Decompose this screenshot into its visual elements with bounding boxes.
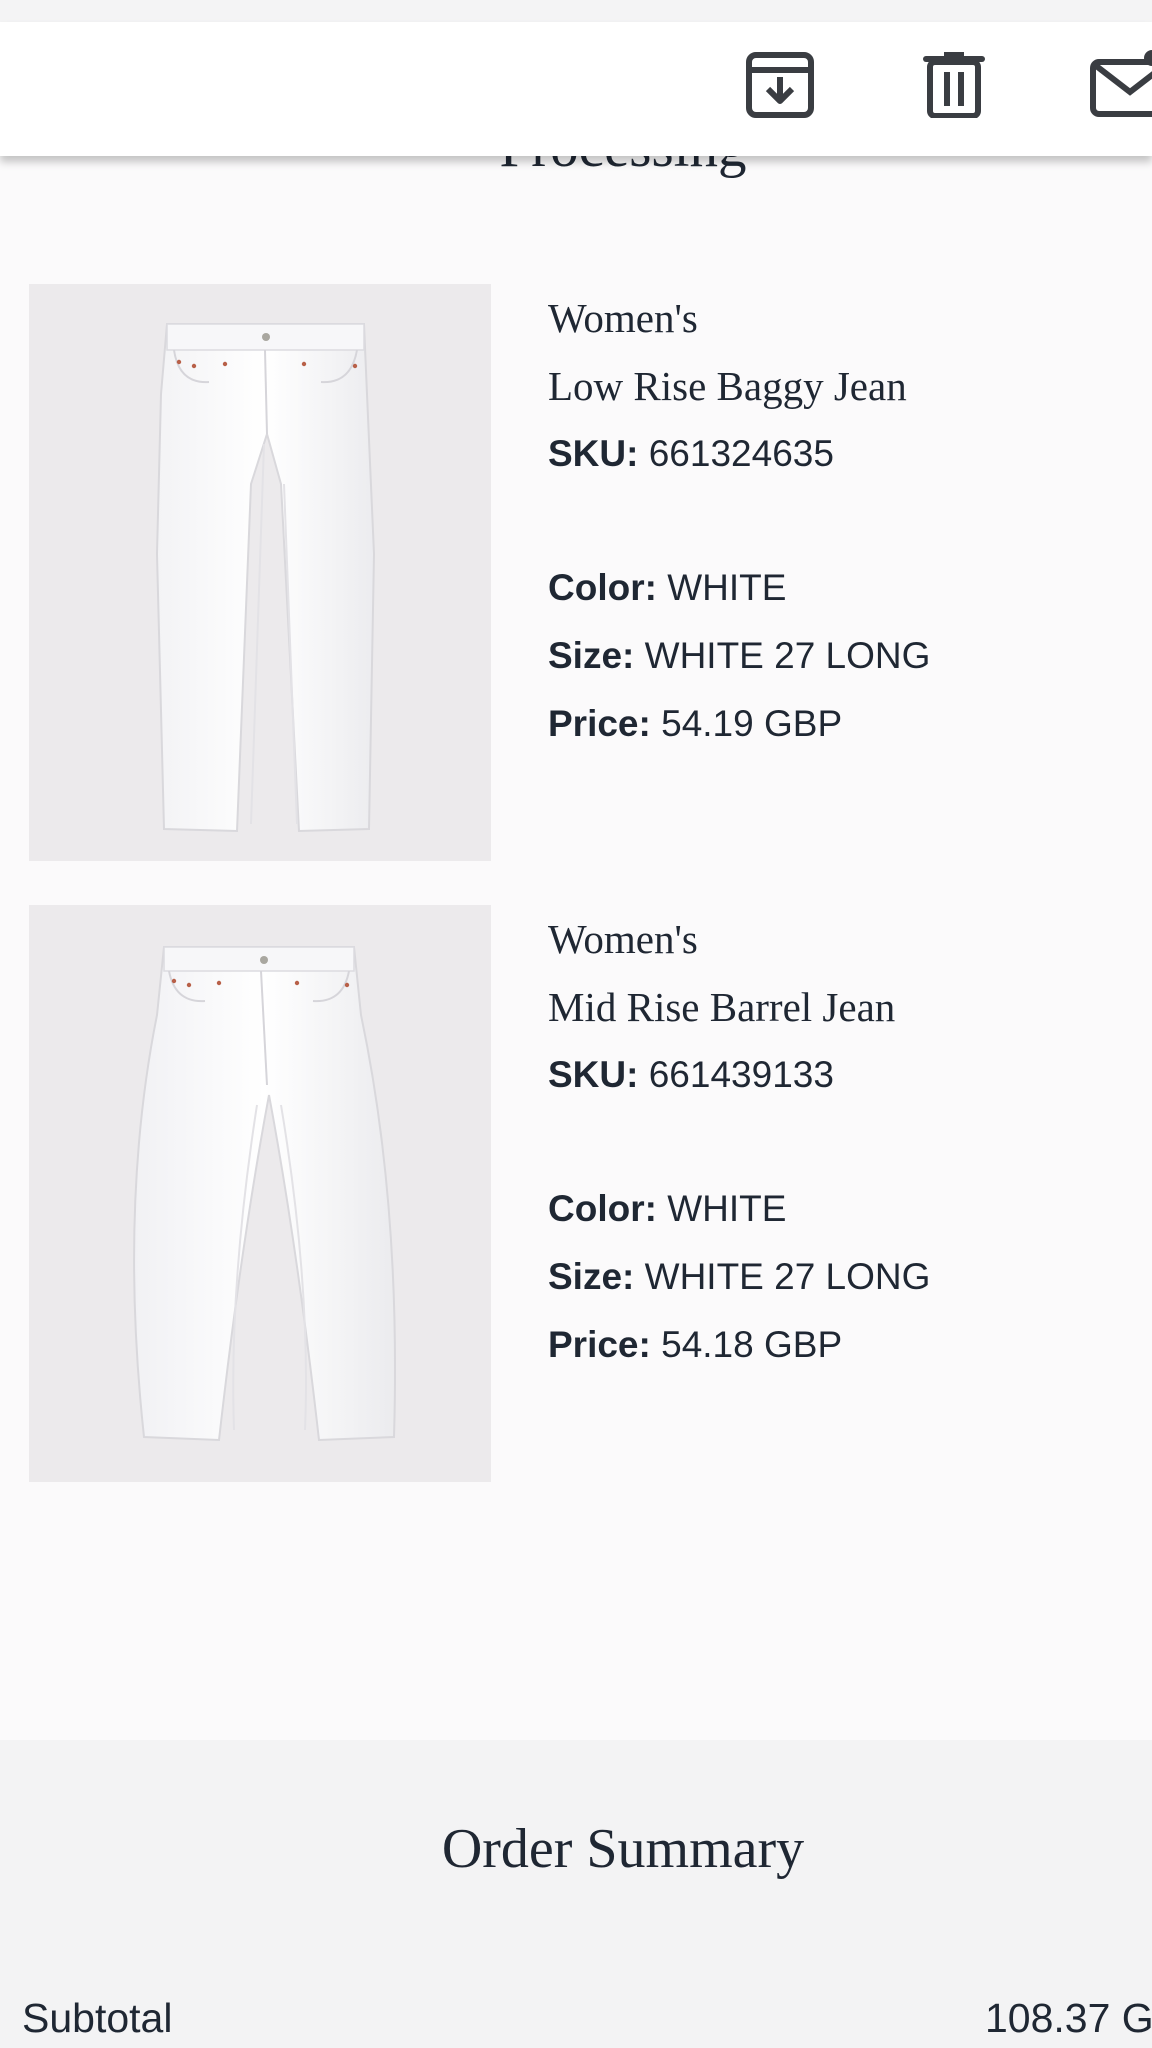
size-value: WHITE 27 LONG — [644, 635, 931, 676]
product-price: Price: 54.18 GBP — [548, 1311, 1128, 1379]
price-label: Price: — [548, 1324, 651, 1365]
price-value: 54.19 GBP — [661, 703, 843, 744]
order-summary-title: Order Summary — [441, 1818, 805, 1880]
product-color: Color: WHITE — [548, 554, 1128, 622]
size-label: Size: — [548, 635, 635, 676]
product-sku: SKU: 661324635 — [548, 420, 1128, 488]
product-price: Price: 54.19 GBP — [548, 690, 1128, 758]
product-details: Women's Low Rise Baggy Jean SKU: 6613246… — [548, 284, 1128, 758]
email-toolbar — [0, 22, 1152, 156]
delete-button[interactable] — [920, 50, 988, 118]
product-size: Size: WHITE 27 LONG — [548, 622, 1128, 690]
product-sku: SKU: 661439133 — [548, 1041, 1128, 1109]
sku-label: SKU: — [548, 433, 639, 474]
archive-icon — [746, 52, 814, 118]
product-image[interactable] — [29, 284, 491, 861]
color-label: Color: — [548, 1188, 657, 1229]
product-color: Color: WHITE — [548, 1175, 1128, 1243]
price-label: Price: — [548, 703, 651, 744]
subtotal-value: 108.37 GBP — [985, 1995, 1152, 2041]
subtotal-label: Subtotal — [22, 1995, 173, 2041]
mark-unread-button[interactable] — [1090, 50, 1152, 118]
archive-button[interactable] — [746, 50, 814, 118]
product-gender: Women's — [548, 916, 698, 962]
subtotal-row: Subtotal 108.37 GBP — [0, 1988, 1152, 2048]
product-name[interactable]: Mid Rise Barrel Jean — [548, 973, 1128, 1041]
product-gender: Women's — [548, 295, 698, 341]
order-summary: Order Summary Subtotal 108.37 GBP — [0, 1740, 1152, 2048]
sku-value: 661324635 — [648, 433, 834, 474]
jeans-photo — [133, 946, 397, 1442]
product-size: Size: WHITE 27 LONG — [548, 1243, 1128, 1311]
price-value: 54.18 GBP — [661, 1324, 843, 1365]
size-label: Size: — [548, 1256, 635, 1297]
size-value: WHITE 27 LONG — [644, 1256, 931, 1297]
product-name[interactable]: Low Rise Baggy Jean — [548, 352, 1128, 420]
product-image[interactable] — [29, 905, 491, 1482]
trash-icon — [923, 52, 985, 118]
product-details: Women's Mid Rise Barrel Jean SKU: 661439… — [548, 905, 1128, 1379]
color-label: Color: — [548, 567, 657, 608]
color-value: WHITE — [667, 1188, 787, 1229]
jeans-photo — [155, 323, 376, 833]
mail-icon — [1090, 50, 1152, 117]
sku-value: 661439133 — [648, 1054, 834, 1095]
color-value: WHITE — [667, 567, 787, 608]
sku-label: SKU: — [548, 1054, 639, 1095]
